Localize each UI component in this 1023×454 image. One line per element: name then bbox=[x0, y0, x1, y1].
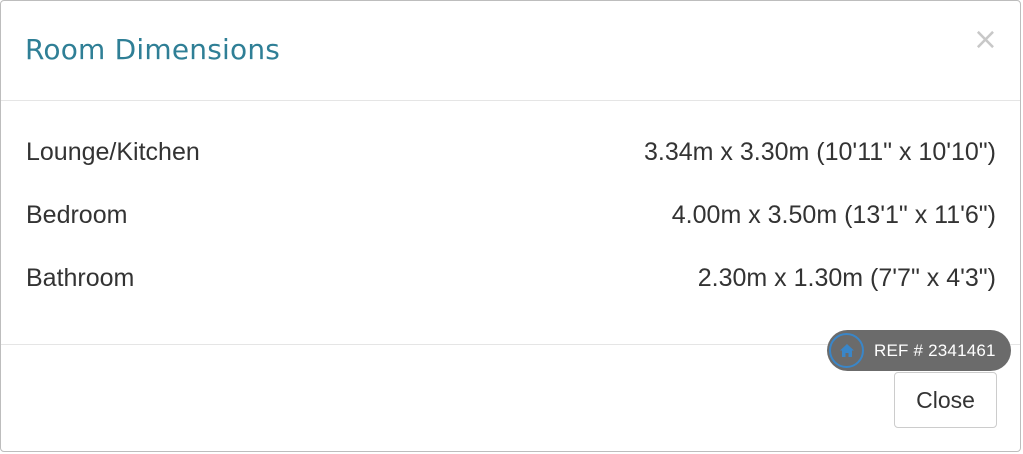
room-dimensions-modal: Room Dimensions × Lounge/Kitchen 3.34m x… bbox=[0, 0, 1021, 452]
room-dimensions: 2.30m x 1.30m (7'7" x 4'3") bbox=[697, 263, 996, 292]
reference-badge: REF # 2341461 bbox=[827, 330, 1011, 371]
close-button[interactable]: Close bbox=[894, 372, 997, 428]
room-name: Bedroom bbox=[26, 200, 128, 229]
room-dimensions: 3.34m x 3.30m (10'11" x 10'10") bbox=[643, 137, 996, 166]
room-name: Bathroom bbox=[26, 263, 135, 292]
modal-body: Lounge/Kitchen 3.34m x 3.30m (10'11" x 1… bbox=[1, 101, 1020, 345]
room-row-bedroom: Bedroom 4.00m x 3.50m (13'1" x 11'6") bbox=[26, 198, 996, 232]
modal-header: Room Dimensions × bbox=[1, 1, 1020, 101]
room-name: Lounge/Kitchen bbox=[26, 137, 200, 166]
reference-number: REF # 2341461 bbox=[874, 340, 996, 360]
close-icon[interactable]: × bbox=[973, 25, 998, 55]
room-row-bathroom: Bathroom 2.30m x 1.30m (7'7" x 4'3") bbox=[26, 261, 996, 295]
room-row-lounge-kitchen: Lounge/Kitchen 3.34m x 3.30m (10'11" x 1… bbox=[26, 135, 996, 169]
home-icon bbox=[829, 333, 864, 368]
room-dimensions: 4.00m x 3.50m (13'1" x 11'6") bbox=[671, 200, 996, 229]
modal-title: Room Dimensions bbox=[25, 33, 281, 66]
